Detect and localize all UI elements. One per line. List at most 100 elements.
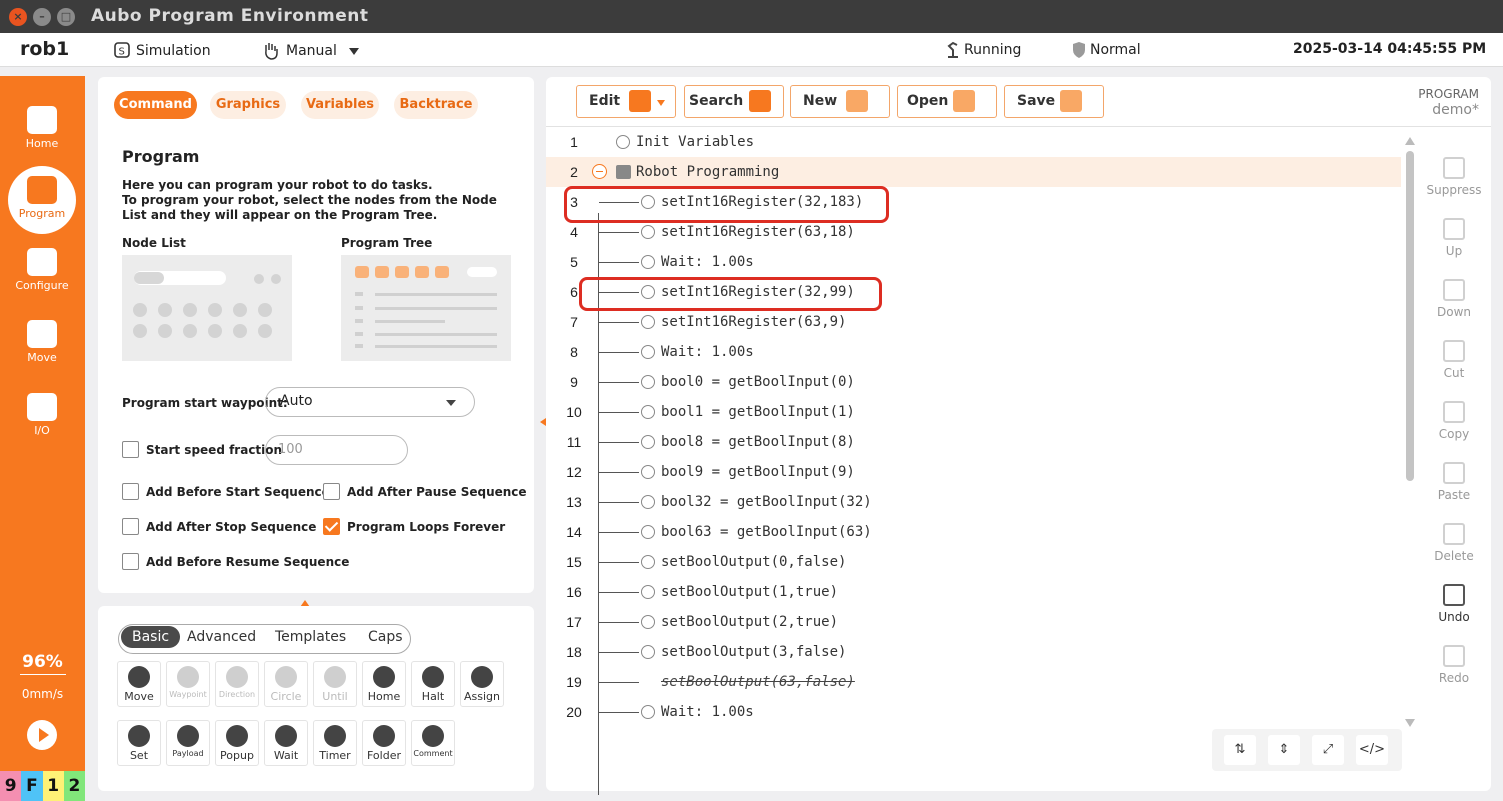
node-direction-button[interactable]: Direction — [215, 661, 259, 707]
suppress-button[interactable]: Suppress — [1426, 157, 1482, 213]
down-button[interactable]: Down — [1426, 279, 1482, 335]
code-view-button[interactable]: </> — [1356, 735, 1388, 765]
tree-row[interactable]: 2 Robot Programming — [546, 157, 1401, 187]
tree-node-label: Wait: 1.00s — [661, 254, 754, 270]
tree-row[interactable]: 20 Wait: 1.00s — [546, 697, 1401, 727]
node-assign-button[interactable]: Assign — [460, 661, 504, 707]
start-speed-checkbox[interactable] — [122, 441, 139, 458]
maximize-window-button[interactable]: □ — [57, 8, 75, 26]
save-button[interactable]: Save — [1004, 85, 1104, 118]
script-node-icon — [641, 615, 655, 629]
before-start-checkbox[interactable] — [122, 483, 139, 500]
sidebar-item-home[interactable]: Home — [8, 100, 76, 162]
node-circle-button[interactable]: Circle — [264, 661, 308, 707]
home-icon — [27, 106, 57, 134]
node-halt-button[interactable]: Halt — [411, 661, 455, 707]
sidebar-item-move[interactable]: Move — [8, 314, 76, 376]
node-label: Until — [322, 690, 348, 703]
redo-button[interactable]: Redo — [1426, 645, 1482, 701]
tab-advanced[interactable]: Advanced — [187, 629, 256, 645]
before-resume-checkbox[interactable] — [122, 553, 139, 570]
after-pause-checkbox[interactable] — [323, 483, 340, 500]
line-number: 8 — [570, 344, 578, 360]
program-description: Here you can program your robot to do ta… — [122, 178, 522, 223]
sidebar-item-program[interactable]: Program — [8, 166, 76, 234]
line-number: 18 — [566, 644, 582, 660]
tab-caps[interactable]: Caps — [368, 629, 403, 645]
scroll-thumb[interactable] — [1406, 151, 1414, 481]
scrollbar[interactable] — [1404, 137, 1416, 727]
delete-button[interactable]: Delete — [1426, 523, 1482, 579]
tree-row[interactable]: 1 Init Variables — [546, 127, 1401, 157]
tree-row[interactable]: 14 bool63 = getBoolInput(63) — [546, 517, 1401, 547]
node-popup-button[interactable]: Popup — [215, 720, 259, 766]
collapse-lines-button[interactable]: ⇕ — [1268, 735, 1300, 765]
up-button[interactable]: Up — [1426, 218, 1482, 274]
tree-row[interactable]: 7 setInt16Register(63,9) — [546, 307, 1401, 337]
tab-backtrace[interactable]: Backtrace — [394, 91, 478, 119]
sidebar-item-configure[interactable]: Configure — [8, 242, 76, 304]
search-button[interactable]: Search — [684, 85, 784, 118]
manual-mode-dropdown[interactable]: Manual — [261, 41, 360, 61]
tab-templates[interactable]: Templates — [275, 629, 346, 645]
tab-graphics[interactable]: Graphics — [210, 91, 286, 119]
move-icon — [27, 320, 57, 348]
tab-basic[interactable]: Basic — [121, 626, 181, 648]
tree-row[interactable]: 11 bool8 = getBoolInput(8) — [546, 427, 1401, 457]
tree-row[interactable]: 8 Wait: 1.00s — [546, 337, 1401, 367]
open-button[interactable]: Open — [897, 85, 997, 118]
copy-button[interactable]: Copy — [1426, 401, 1482, 457]
tree-row[interactable]: 19 setBoolOutput(63,false) — [546, 667, 1401, 697]
program-settings-panel: Command Graphics Variables Backtrace Pro… — [98, 77, 534, 593]
tree-row[interactable]: 13 bool32 = getBoolInput(32) — [546, 487, 1401, 517]
new-button[interactable]: New — [790, 85, 890, 118]
tree-row[interactable]: 18 setBoolOutput(3,false) — [546, 637, 1401, 667]
tree-row[interactable]: 17 setBoolOutput(2,true) — [546, 607, 1401, 637]
collapse-node-icon[interactable] — [592, 164, 607, 179]
open-label: Open — [907, 93, 949, 109]
paste-button[interactable]: Paste — [1426, 462, 1482, 518]
tab-command[interactable]: Command — [114, 91, 197, 119]
tree-row[interactable]: 9 bool0 = getBoolInput(0) — [546, 367, 1401, 397]
minimize-window-button[interactable]: – — [33, 8, 51, 26]
node-timer-button[interactable]: Timer — [313, 720, 357, 766]
scroll-down-icon[interactable] — [1405, 719, 1415, 727]
tab-variables[interactable]: Variables — [301, 91, 379, 119]
program-editor-panel: Edit Search New Open Save PROGRAM demo* … — [546, 77, 1491, 795]
tree-row[interactable]: 10 bool1 = getBoolInput(1) — [546, 397, 1401, 427]
start-speed-input[interactable]: 100 — [265, 435, 408, 465]
tree-row[interactable]: 5 Wait: 1.00s — [546, 247, 1401, 277]
scroll-up-icon[interactable] — [1405, 137, 1415, 145]
loops-forever-checkbox[interactable] — [323, 518, 340, 535]
close-window-button[interactable]: × — [9, 8, 27, 26]
node-list-label: Node List — [122, 236, 186, 250]
undo-button[interactable]: Undo — [1426, 584, 1482, 640]
simulation-mode[interactable]: S Simulation — [113, 41, 211, 61]
tool-label: Cut — [1443, 366, 1465, 380]
node-comment-button[interactable]: Comment — [411, 720, 455, 766]
node-home-button[interactable]: Home — [362, 661, 406, 707]
tree-row[interactable]: 12 bool9 = getBoolInput(9) — [546, 457, 1401, 487]
speed-percent[interactable]: 96% — [0, 652, 85, 672]
tree-row[interactable]: 16 setBoolOutput(1,true) — [546, 577, 1401, 607]
node-move-button[interactable]: Move — [117, 661, 161, 707]
expand-lines-button[interactable]: ⇅ — [1224, 735, 1256, 765]
cut-button[interactable]: Cut — [1426, 340, 1482, 396]
tree-line — [599, 682, 639, 683]
node-until-button[interactable]: Until — [313, 661, 357, 707]
line-number: 5 — [570, 254, 578, 270]
node-payload-button[interactable]: Payload — [166, 720, 210, 766]
edit-button[interactable]: Edit — [576, 85, 676, 118]
node-set-button[interactable]: Set — [117, 720, 161, 766]
tree-row[interactable]: 15 setBoolOutput(0,false) — [546, 547, 1401, 577]
after-stop-checkbox[interactable] — [122, 518, 139, 535]
node-wait-button[interactable]: Wait — [264, 720, 308, 766]
start-waypoint-select[interactable]: Auto — [265, 387, 475, 417]
chevron-down-icon — [657, 100, 665, 106]
play-button[interactable] — [27, 720, 57, 750]
fullscreen-button[interactable]: ⤢ — [1312, 735, 1344, 765]
new-label: New — [803, 93, 838, 109]
sidebar-item-io[interactable]: I/O — [8, 387, 76, 449]
node-folder-button[interactable]: Folder — [362, 720, 406, 766]
node-waypoint-button[interactable]: Waypoint — [166, 661, 210, 707]
